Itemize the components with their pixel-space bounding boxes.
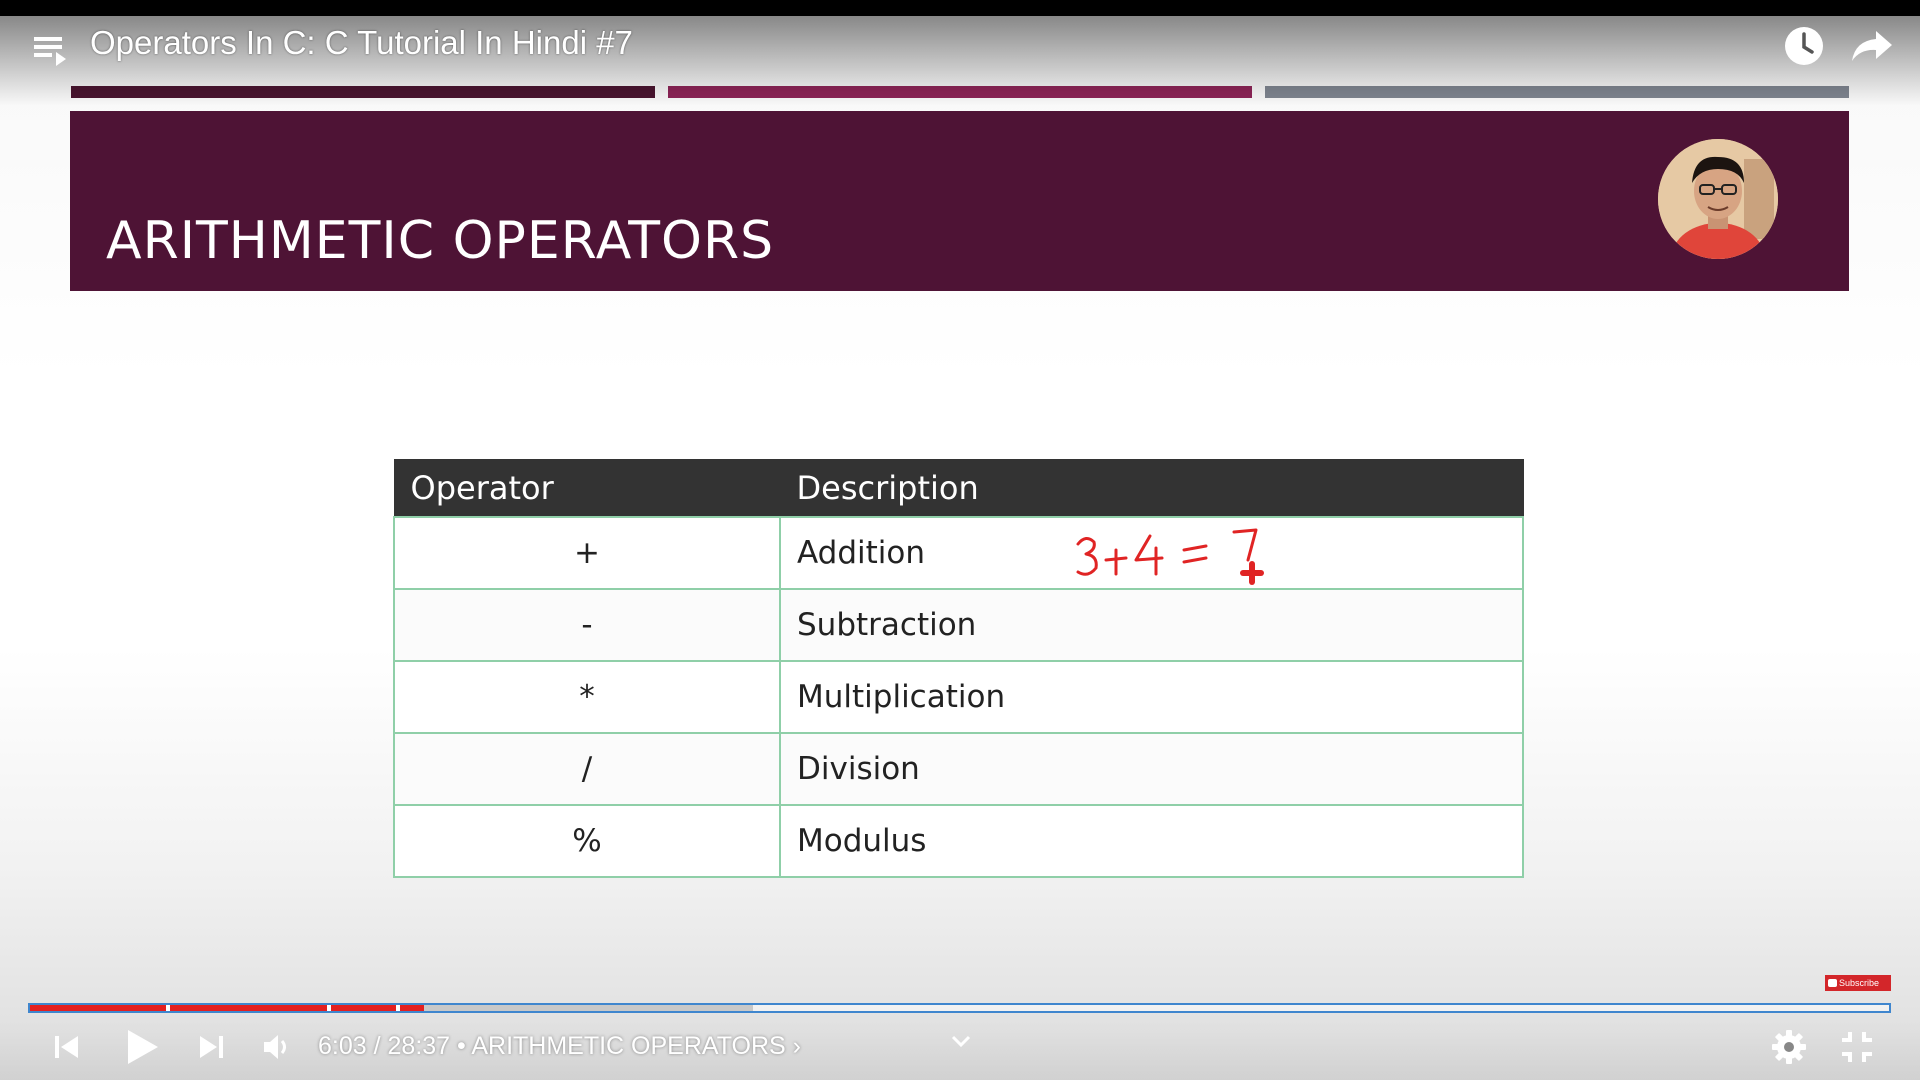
slide-title: ARITHMETIC OPERATORS [106, 211, 775, 271]
share-arrow-icon [1852, 31, 1892, 61]
settings-button[interactable] [1770, 1028, 1808, 1066]
video-title[interactable]: Operators In C: C Tutorial In Hindi #7 [90, 24, 633, 62]
exit-fullscreen-button[interactable] [1838, 1028, 1876, 1066]
clock-icon [1785, 27, 1823, 65]
exit-fullscreen-icon [1842, 1032, 1872, 1062]
table-row: / Division [393, 732, 1524, 806]
operator-cell: % [393, 804, 781, 878]
time-display: 6:03 / 28:37 • ARITHMETIC OPERATORS › [318, 1032, 801, 1061]
chapter-title-button[interactable]: ARITHMETIC OPERATORS › [471, 1032, 801, 1060]
description-cell: Subtraction [779, 588, 1524, 662]
operator-table: Operator Description + Addition - Subtra… [393, 459, 1524, 878]
chapter-bullet: • [450, 1032, 472, 1060]
presenter-avatar [1658, 139, 1778, 259]
progress-bar[interactable] [28, 1003, 1891, 1013]
chapter-marker [166, 1005, 170, 1011]
playlist-icon [34, 37, 66, 66]
table-row: + Addition [393, 516, 1524, 590]
chapter-marker [327, 1005, 331, 1011]
skip-next-icon [200, 1036, 223, 1058]
share-button[interactable] [1850, 25, 1894, 67]
watch-later-button[interactable] [1783, 25, 1825, 67]
operator-cell: - [393, 588, 781, 662]
description-cell: Modulus [779, 804, 1524, 878]
video-player[interactable]: ARITHMETIC OPERATORS Operator Descriptio… [0, 0, 1920, 1080]
volume-icon [264, 1035, 286, 1059]
handwritten-annotation [1072, 524, 1272, 588]
table-row: % Modulus [393, 804, 1524, 878]
subscribe-label: Subscribe [1839, 978, 1880, 988]
column-header-operator: Operator [393, 459, 781, 518]
column-header-description: Description [779, 459, 1524, 518]
play-button[interactable] [122, 1026, 162, 1068]
subscribe-watermark[interactable]: Subscribe [1825, 975, 1891, 991]
time-separator: / [366, 1032, 388, 1060]
playlist-button[interactable] [32, 30, 72, 70]
play-icon [128, 1030, 158, 1064]
chapters-toggle-button[interactable] [948, 1030, 974, 1052]
played-progress [30, 1005, 425, 1011]
chapter-marker [396, 1005, 400, 1011]
chevron-down-icon [951, 1035, 971, 1048]
description-cell: Division [779, 732, 1524, 806]
next-button[interactable] [194, 1030, 228, 1064]
top-letterbox [0, 0, 1920, 16]
volume-button[interactable] [260, 1030, 294, 1064]
skip-previous-icon [55, 1036, 78, 1058]
table-row: * Multiplication [393, 660, 1524, 734]
operator-cell: * [393, 660, 781, 734]
duration: 28:37 [387, 1032, 451, 1060]
operator-cell: / [393, 732, 781, 806]
description-cell: Multiplication [779, 660, 1524, 734]
slide-header: ARITHMETIC OPERATORS [70, 111, 1849, 291]
table-row: - Subtraction [393, 588, 1524, 662]
previous-button[interactable] [50, 1030, 84, 1064]
operator-cell: + [393, 516, 781, 590]
youtube-logo-icon [1828, 979, 1837, 987]
gear-icon [1772, 1030, 1806, 1064]
table-header-row: Operator Description [393, 459, 1524, 518]
current-time: 6:03 [318, 1032, 367, 1060]
